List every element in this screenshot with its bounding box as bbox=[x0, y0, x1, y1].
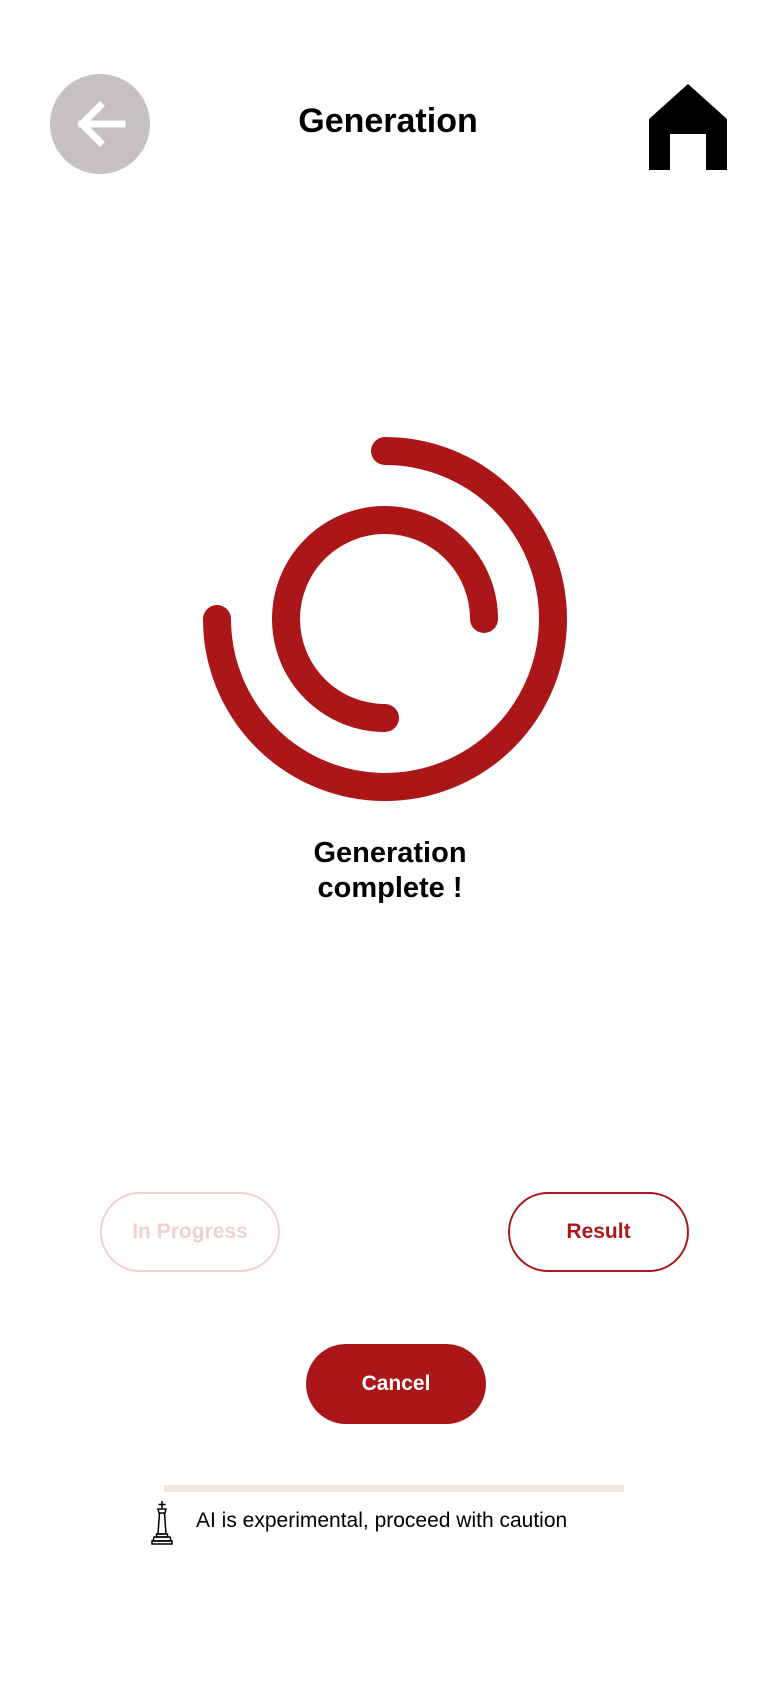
status-line-1: Generation bbox=[313, 837, 467, 869]
status-message: Generation complete ! bbox=[0, 836, 780, 906]
in-progress-button[interactable]: In Progress bbox=[100, 1192, 280, 1272]
disclaimer-text: AI is experimental, proceed with caution bbox=[196, 1509, 568, 1532]
cancel-button[interactable]: Cancel bbox=[306, 1344, 486, 1424]
status-line-2: complete ! bbox=[317, 872, 463, 904]
home-button[interactable] bbox=[648, 84, 728, 170]
result-button[interactable]: Result bbox=[508, 1192, 689, 1272]
home-icon bbox=[649, 84, 727, 170]
chess-king-icon bbox=[151, 1501, 173, 1545]
spinner-outer-arc bbox=[203, 437, 567, 801]
divider bbox=[164, 1485, 624, 1492]
spinner-inner-arc bbox=[272, 506, 498, 732]
